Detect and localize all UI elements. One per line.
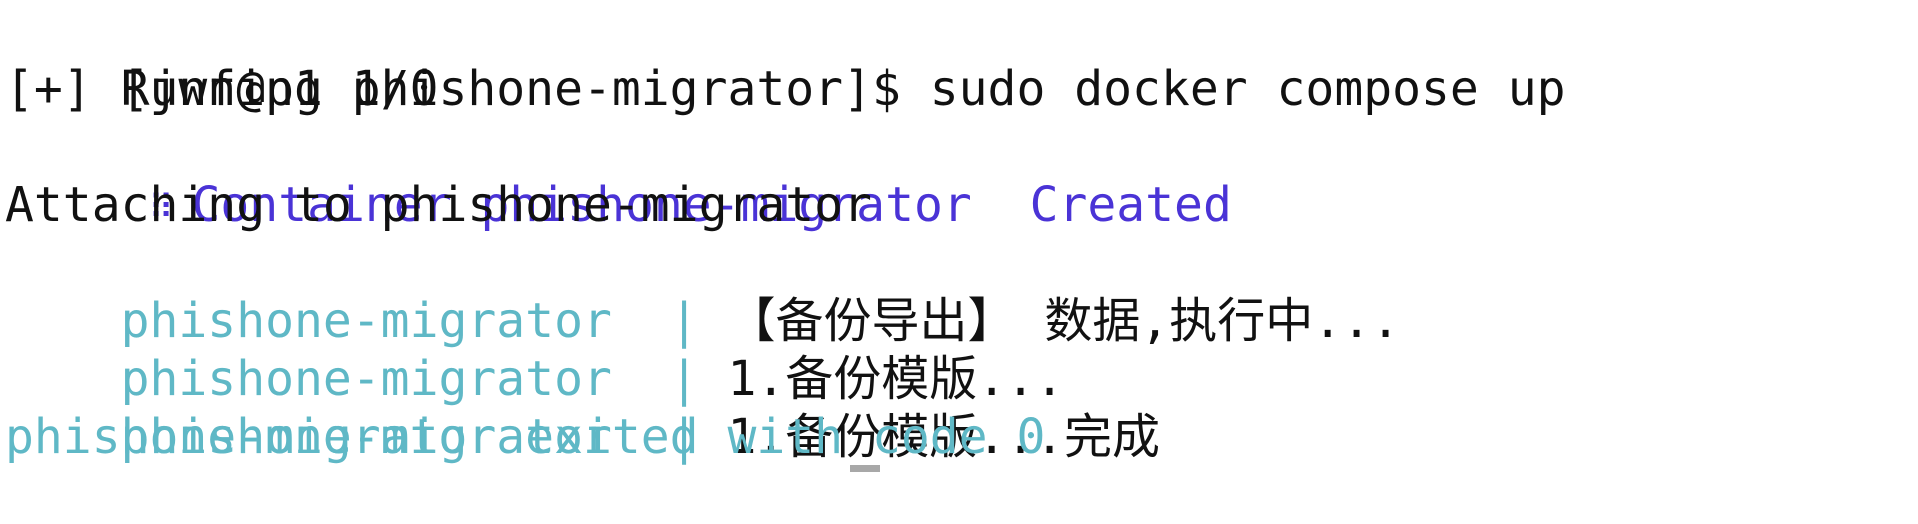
- container-state: Created: [1029, 177, 1232, 233]
- container-status-line: ⠿ Container phishone-migrator Created: [5, 118, 1232, 233]
- terminal-window[interactable]: [jwf@p1 phishone-migrator]$ sudo docker …: [0, 0, 1918, 472]
- log-line: phishone-migrator | 【备份导出】 数据,执行中...: [5, 234, 1400, 349]
- command-line: [jwf@p1 phishone-migrator]$ sudo docker …: [5, 2, 1566, 117]
- command-text: sudo docker compose up: [929, 61, 1566, 117]
- attaching-line: Attaching to phishone-migrator: [5, 177, 872, 233]
- log-line: phishone-migrator | 1.备份模版...完成: [5, 350, 1160, 465]
- log-line: phishone-migrator | 1.备份模版...: [5, 292, 1064, 407]
- exit-status-line: phishone-migrator exited with code 0: [5, 409, 1046, 465]
- text-cursor: [850, 465, 880, 472]
- running-status-line: [+] Running 1/0: [5, 61, 439, 117]
